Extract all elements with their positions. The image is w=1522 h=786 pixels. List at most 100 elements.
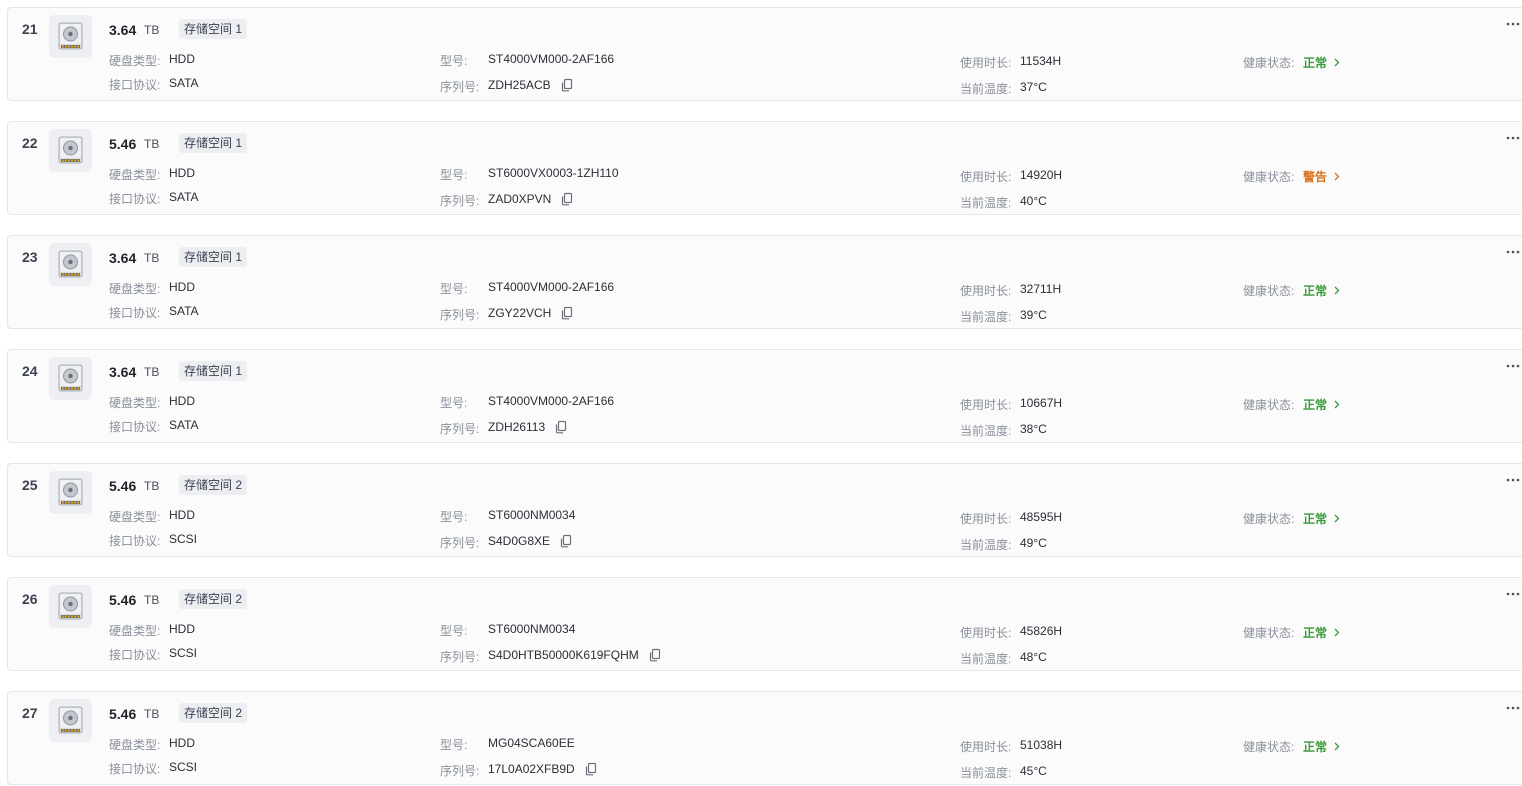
- capacity-unit: TB: [144, 479, 160, 493]
- model-label: 型号:: [440, 624, 468, 638]
- temperature-value: 38°C: [1020, 422, 1047, 436]
- temperature-value: 37°C: [1020, 80, 1047, 94]
- hard-disk-icon: [49, 471, 92, 514]
- more-horizontal-icon[interactable]: [1505, 132, 1521, 142]
- capacity-value: 3.64: [109, 250, 137, 266]
- disk-type-label: 硬盘类型:: [109, 510, 161, 524]
- copy-icon[interactable]: [560, 78, 574, 92]
- disk-card[interactable]: 24 3.64 TB 存储空间 1 硬盘类型: HDD 接口协议: SATA 型…: [7, 349, 1522, 443]
- capacity-unit: TB: [144, 593, 160, 607]
- copy-icon[interactable]: [648, 648, 662, 662]
- health-status-label: 健康状态:: [1243, 398, 1295, 412]
- health-status-link[interactable]: 正常: [1303, 396, 1340, 413]
- more-horizontal-icon[interactable]: [1505, 18, 1521, 28]
- health-status-link[interactable]: 正常: [1303, 624, 1340, 641]
- model-label: 型号:: [440, 54, 468, 68]
- temperature-label: 当前温度:: [960, 196, 1012, 210]
- disk-type-label: 硬盘类型:: [109, 282, 161, 296]
- disk-card[interactable]: 22 5.46 TB 存储空间 1 硬盘类型: HDD 接口协议: SATA 型…: [7, 121, 1522, 215]
- copy-icon[interactable]: [554, 420, 568, 434]
- health-status-link[interactable]: 正常: [1303, 54, 1340, 71]
- health-status-link[interactable]: 警告: [1303, 168, 1340, 185]
- serial-value: 17L0A02XFB9D: [488, 762, 575, 776]
- storage-pool-tag: 存储空间 1: [179, 133, 248, 153]
- hard-disk-icon: [49, 699, 92, 742]
- chevron-right-icon: [1334, 512, 1340, 526]
- usage-hours-label: 使用时长:: [960, 284, 1012, 298]
- serial-number: ZAD0XPVN: [488, 192, 574, 206]
- disk-card[interactable]: 23 3.64 TB 存储空间 1 硬盘类型: HDD 接口协议: SATA 型…: [7, 235, 1522, 329]
- more-horizontal-icon[interactable]: [1505, 588, 1521, 598]
- hard-disk-icon: [49, 15, 92, 58]
- more-horizontal-icon[interactable]: [1505, 702, 1521, 712]
- disk-card[interactable]: 25 5.46 TB 存储空间 2 硬盘类型: HDD 接口协议: SCSI 型…: [7, 463, 1522, 557]
- capacity-value: 3.64: [109, 364, 137, 380]
- health-status-value: 正常: [1303, 740, 1328, 754]
- serial-number: S4D0HTB50000K619FQHM: [488, 648, 662, 662]
- health-status-label: 健康状态:: [1243, 626, 1295, 640]
- protocol-label: 接口协议:: [109, 78, 161, 92]
- chevron-right-icon: [1334, 170, 1340, 184]
- temperature-label: 当前温度:: [960, 82, 1012, 96]
- model-value: ST4000VM000-2AF166: [488, 394, 615, 408]
- disk-list: 21 3.64 TB 存储空间 1 硬盘类型: HDD 接口协议: SATA 型…: [0, 0, 1522, 786]
- temperature-value: 39°C: [1020, 308, 1047, 322]
- more-horizontal-icon[interactable]: [1505, 246, 1521, 256]
- model-label: 型号:: [440, 396, 468, 410]
- protocol-value: SCSI: [169, 760, 198, 774]
- chevron-right-icon: [1334, 284, 1340, 298]
- protocol-value: SCSI: [169, 646, 198, 660]
- chevron-right-icon: [1334, 740, 1340, 754]
- disk-card[interactable]: 26 5.46 TB 存储空间 2 硬盘类型: HDD 接口协议: SCSI 型…: [7, 577, 1522, 671]
- protocol-label: 接口协议:: [109, 306, 161, 320]
- health-status-link[interactable]: 正常: [1303, 282, 1340, 299]
- copy-icon[interactable]: [560, 306, 574, 320]
- health-status-value: 正常: [1303, 626, 1328, 640]
- health-status-link[interactable]: 正常: [1303, 738, 1340, 755]
- hard-disk-icon: [49, 357, 92, 400]
- temperature-value: 45°C: [1020, 764, 1047, 778]
- serial-label: 序列号:: [440, 80, 480, 94]
- temperature-label: 当前温度:: [960, 766, 1012, 780]
- serial-label: 序列号:: [440, 308, 480, 322]
- capacity-value: 3.64: [109, 22, 137, 38]
- disk-index: 25: [22, 477, 38, 493]
- disk-type-value: HDD: [169, 280, 195, 294]
- more-horizontal-icon[interactable]: [1505, 360, 1521, 370]
- disk-type-label: 硬盘类型:: [109, 396, 161, 410]
- disk-index: 21: [22, 21, 38, 37]
- capacity-unit: TB: [144, 251, 160, 265]
- more-horizontal-icon[interactable]: [1505, 474, 1521, 484]
- serial-value: S4D0HTB50000K619FQHM: [488, 648, 639, 662]
- storage-pool-tag: 存储空间 2: [179, 475, 248, 495]
- usage-hours-value: 48595H: [1020, 510, 1063, 524]
- capacity-unit: TB: [144, 137, 160, 151]
- copy-icon[interactable]: [560, 192, 574, 206]
- model-value: ST6000VX0003-1ZH110: [488, 166, 619, 180]
- protocol-label: 接口协议:: [109, 648, 161, 662]
- disk-type-label: 硬盘类型:: [109, 738, 161, 752]
- capacity-unit: TB: [144, 707, 160, 721]
- serial-label: 序列号:: [440, 536, 480, 550]
- protocol-label: 接口协议:: [109, 420, 161, 434]
- health-status-link[interactable]: 正常: [1303, 510, 1340, 527]
- storage-pool-tag: 存储空间 1: [179, 361, 248, 381]
- health-status-value: 正常: [1303, 398, 1328, 412]
- health-status-value: 正常: [1303, 284, 1328, 298]
- disk-type-value: HDD: [169, 622, 195, 636]
- serial-value: ZAD0XPVN: [488, 192, 552, 206]
- protocol-label: 接口协议:: [109, 534, 161, 548]
- model-value: MG04SCA60EE: [488, 736, 575, 750]
- copy-icon[interactable]: [584, 762, 598, 776]
- chevron-right-icon: [1334, 626, 1340, 640]
- serial-number: 17L0A02XFB9D: [488, 762, 598, 776]
- copy-icon[interactable]: [559, 534, 573, 548]
- disk-card[interactable]: 27 5.46 TB 存储空间 2 硬盘类型: HDD 接口协议: SCSI 型…: [7, 691, 1522, 785]
- model-value: ST4000VM000-2AF166: [488, 52, 615, 66]
- chevron-right-icon: [1334, 398, 1340, 412]
- usage-hours-label: 使用时长:: [960, 398, 1012, 412]
- storage-pool-tag: 存储空间 2: [179, 589, 248, 609]
- serial-value: ZDH25ACB: [488, 78, 551, 92]
- disk-card[interactable]: 21 3.64 TB 存储空间 1 硬盘类型: HDD 接口协议: SATA 型…: [7, 7, 1522, 101]
- temperature-value: 48°C: [1020, 650, 1047, 664]
